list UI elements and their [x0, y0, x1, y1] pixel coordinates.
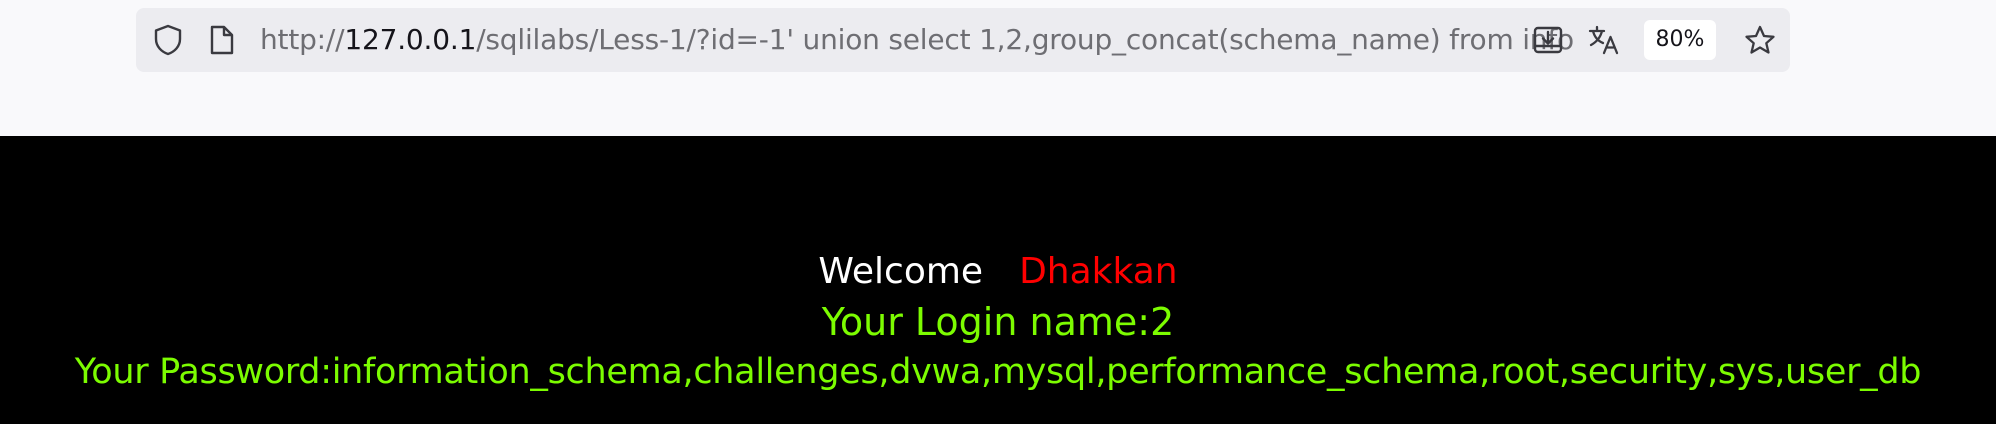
login-name-output: Your Login name:2	[821, 300, 1175, 344]
page-icon	[202, 20, 242, 60]
shield-icon[interactable]	[148, 20, 188, 60]
url-scheme: http://	[260, 23, 345, 56]
password-output: Your Password:information_schema,challen…	[74, 352, 1922, 392]
bookmark-star-icon[interactable]	[1740, 20, 1780, 60]
zoom-level-badge[interactable]: 80%	[1644, 20, 1716, 60]
translate-icon[interactable]	[1584, 20, 1624, 60]
welcome-username: Dhakkan	[1019, 251, 1178, 292]
url-host: 127.0.0.1	[344, 23, 477, 56]
page-content: Welcome Dhakkan Your Login name:2 Your Pa…	[0, 136, 1996, 424]
save-to-pocket-icon[interactable]	[1528, 20, 1568, 60]
browser-toolbar: http://127.0.0.1/sqlilabs/Less-1/?id=-1'…	[0, 0, 1996, 136]
address-bar[interactable]: http://127.0.0.1/sqlilabs/Less-1/?id=-1'…	[136, 8, 1790, 72]
url-path: /sqlilabs/Less-1/?id=-1' union select 1,…	[476, 23, 1574, 56]
welcome-line: Welcome Dhakkan	[0, 248, 1996, 296]
url-text[interactable]: http://127.0.0.1/sqlilabs/Less-1/?id=-1'…	[260, 8, 1646, 72]
welcome-text: Welcome	[818, 251, 984, 292]
